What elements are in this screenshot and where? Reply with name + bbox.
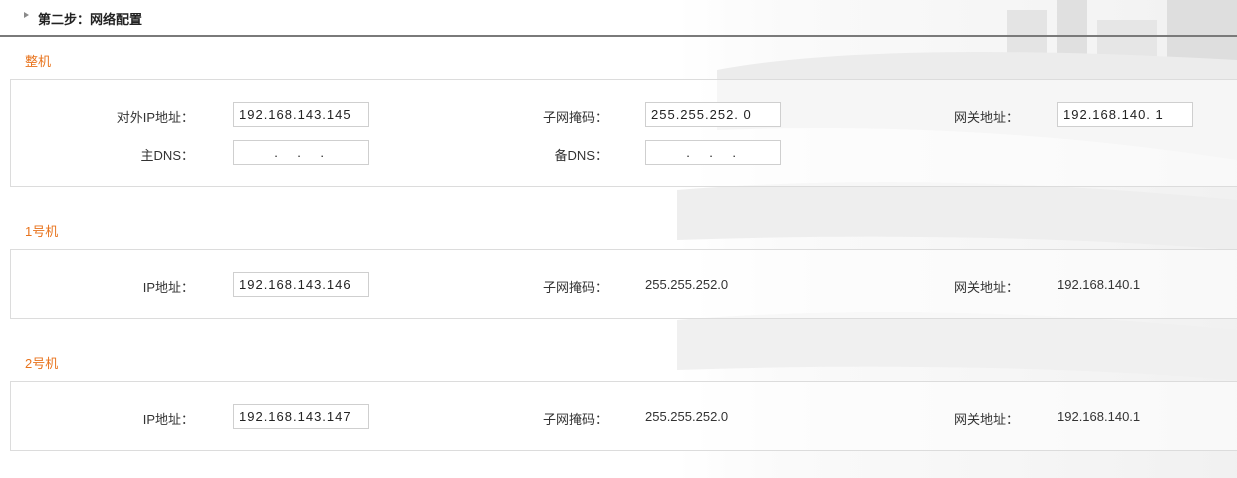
- collapse-arrow-icon[interactable]: [24, 12, 29, 18]
- external-ip-label: 对外IP地址：: [116, 110, 194, 125]
- unit2-mask-label: 子网掩码：: [542, 412, 608, 427]
- group-title-whole: 整机: [25, 54, 52, 69]
- secondary-dns-input[interactable]: . . .: [645, 140, 781, 165]
- step-header: 第二步：网络配置: [0, 0, 1237, 37]
- unit2-gateway-label: 网关地址：: [953, 412, 1019, 427]
- subnet-mask-label: 子网掩码：: [542, 110, 608, 125]
- subnet-mask-input[interactable]: 255.255.252. 0: [645, 102, 781, 127]
- unit1-gateway-value: 192.168.140.1: [1057, 277, 1141, 292]
- subnet-mask-value: 255.255.252. 0: [651, 107, 752, 122]
- unit1-config-panel: IP地址： 192.168.143.146 子网掩码： 255.255.252.…: [10, 249, 1237, 319]
- unit1-gateway-label: 网关地址：: [953, 280, 1019, 295]
- external-ip-value: 192.168.143.145: [239, 107, 352, 122]
- secondary-dns-value: . . .: [677, 145, 747, 160]
- unit1-ip-value: 192.168.143.146: [239, 277, 352, 292]
- unit1-mask-label: 子网掩码：: [542, 280, 608, 295]
- unit1-mask-value: 255.255.252.0: [645, 277, 729, 292]
- unit1-ip-label: IP地址：: [142, 280, 194, 295]
- unit2-ip-value: 192.168.143.147: [239, 409, 352, 424]
- gateway-value: 192.168.140. 1: [1063, 107, 1164, 122]
- step-title: 第二步：网络配置: [38, 12, 143, 27]
- group-title-unit1: 1号机: [25, 224, 59, 239]
- gateway-label: 网关地址：: [953, 110, 1019, 125]
- primary-dns-input[interactable]: . . .: [233, 140, 369, 165]
- gateway-input[interactable]: 192.168.140. 1: [1057, 102, 1193, 127]
- whole-config-panel: 对外IP地址： 192.168.143.145 子网掩码： 255.255.25…: [10, 79, 1237, 187]
- primary-dns-value: . . .: [265, 145, 335, 160]
- unit2-config-panel: IP地址： 192.168.143.147 子网掩码： 255.255.252.…: [10, 381, 1237, 451]
- unit2-ip-input[interactable]: 192.168.143.147: [233, 404, 369, 429]
- unit2-ip-label: IP地址：: [142, 412, 194, 427]
- unit1-ip-input[interactable]: 192.168.143.146: [233, 272, 369, 297]
- group-title-unit2: 2号机: [25, 356, 59, 371]
- unit2-mask-value: 255.255.252.0: [645, 409, 729, 424]
- secondary-dns-label: 备DNS：: [554, 148, 608, 163]
- primary-dns-label: 主DNS：: [140, 148, 194, 163]
- unit2-gateway-value: 192.168.140.1: [1057, 409, 1141, 424]
- external-ip-input[interactable]: 192.168.143.145: [233, 102, 369, 127]
